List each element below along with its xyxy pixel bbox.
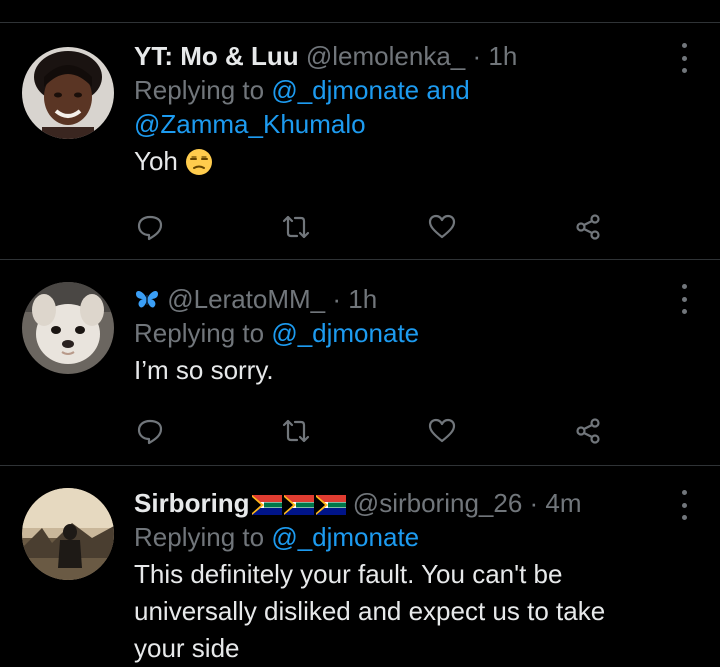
avatar-image	[22, 488, 114, 580]
tweet-text-line: universally disliked and expect us to ta…	[134, 596, 606, 626]
reply-icon[interactable]	[130, 207, 170, 247]
avatar-image	[22, 47, 114, 139]
retweet-icon[interactable]	[276, 207, 316, 247]
avatar[interactable]	[22, 47, 114, 139]
tweet-text: This definitely your fault. You can't be…	[134, 556, 680, 667]
tweet[interactable]: YT: Mo & Luu @lemolenka_ · 1h Replying t…	[0, 23, 720, 260]
user-handle[interactable]: @LeratoMM_	[167, 284, 325, 314]
tweet-text-line: your side	[134, 633, 240, 663]
more-options-icon[interactable]	[678, 284, 690, 314]
mention-link[interactable]: @_djmonate	[271, 522, 419, 552]
mention-link[interactable]: @_djmonate	[271, 318, 419, 348]
share-icon[interactable]	[568, 207, 608, 247]
tweet-text-content: Yoh	[134, 146, 178, 176]
more-options-icon[interactable]	[678, 43, 690, 73]
avatar-image	[22, 282, 114, 374]
display-name[interactable]: YT: Mo & Luu	[134, 41, 299, 71]
tweet-header: @LeratoMM_ · 1h	[134, 282, 660, 316]
previous-tweet-stub	[0, 0, 720, 23]
mention-link[interactable]: @_djmonate	[271, 75, 419, 105]
replying-to: Replying to @_djmonate and @Zamma_Khumal…	[134, 73, 660, 141]
user-handle[interactable]: @sirboring_26	[353, 488, 522, 518]
avatar[interactable]	[22, 282, 114, 374]
more-options-icon[interactable]	[678, 490, 690, 520]
and-text: and	[426, 75, 470, 105]
unamused-face-icon	[186, 149, 213, 175]
south-africa-flag-icon	[251, 495, 282, 515]
butterfly-icon	[136, 291, 158, 308]
tweet-header: YT: Mo & Luu @lemolenka_ · 1h	[134, 39, 660, 73]
tweet-actions	[134, 207, 614, 247]
like-icon[interactable]	[422, 411, 462, 451]
display-name[interactable]: Sirboring	[134, 488, 250, 518]
tweet[interactable]: Sirboring @sirboring_26 · 4m Replying to…	[0, 466, 720, 666]
tweet-text: I’m so sorry.	[134, 355, 274, 385]
share-icon[interactable]	[568, 411, 608, 451]
tweet-text-line: This definitely your fault. You can't be	[134, 559, 563, 589]
mention-link[interactable]: @Zamma_Khumalo	[134, 109, 366, 139]
replying-to: Replying to @_djmonate	[134, 316, 660, 350]
reply-icon[interactable]	[130, 411, 170, 451]
like-icon[interactable]	[422, 207, 462, 247]
tweet-text: Yoh	[134, 143, 660, 180]
timestamp[interactable]: · 1h	[332, 284, 377, 314]
replying-label: Replying to	[134, 75, 265, 105]
tweet-header: Sirboring @sirboring_26 · 4m	[134, 486, 680, 520]
user-handle[interactable]: @lemolenka_	[306, 41, 465, 71]
retweet-icon[interactable]	[276, 411, 316, 451]
tweet[interactable]: @LeratoMM_ · 1h Replying to @_djmonate I…	[0, 260, 720, 466]
replying-label: Replying to	[134, 318, 265, 348]
avatar[interactable]	[22, 488, 114, 580]
south-africa-flag-icon	[283, 495, 314, 515]
tweet-actions	[134, 411, 614, 451]
timestamp[interactable]: · 4m	[530, 488, 582, 518]
replying-to: Replying to @_djmonate	[134, 520, 680, 554]
timestamp[interactable]: · 1h	[472, 41, 517, 71]
replying-label: Replying to	[134, 522, 265, 552]
south-africa-flag-icon	[315, 495, 346, 515]
